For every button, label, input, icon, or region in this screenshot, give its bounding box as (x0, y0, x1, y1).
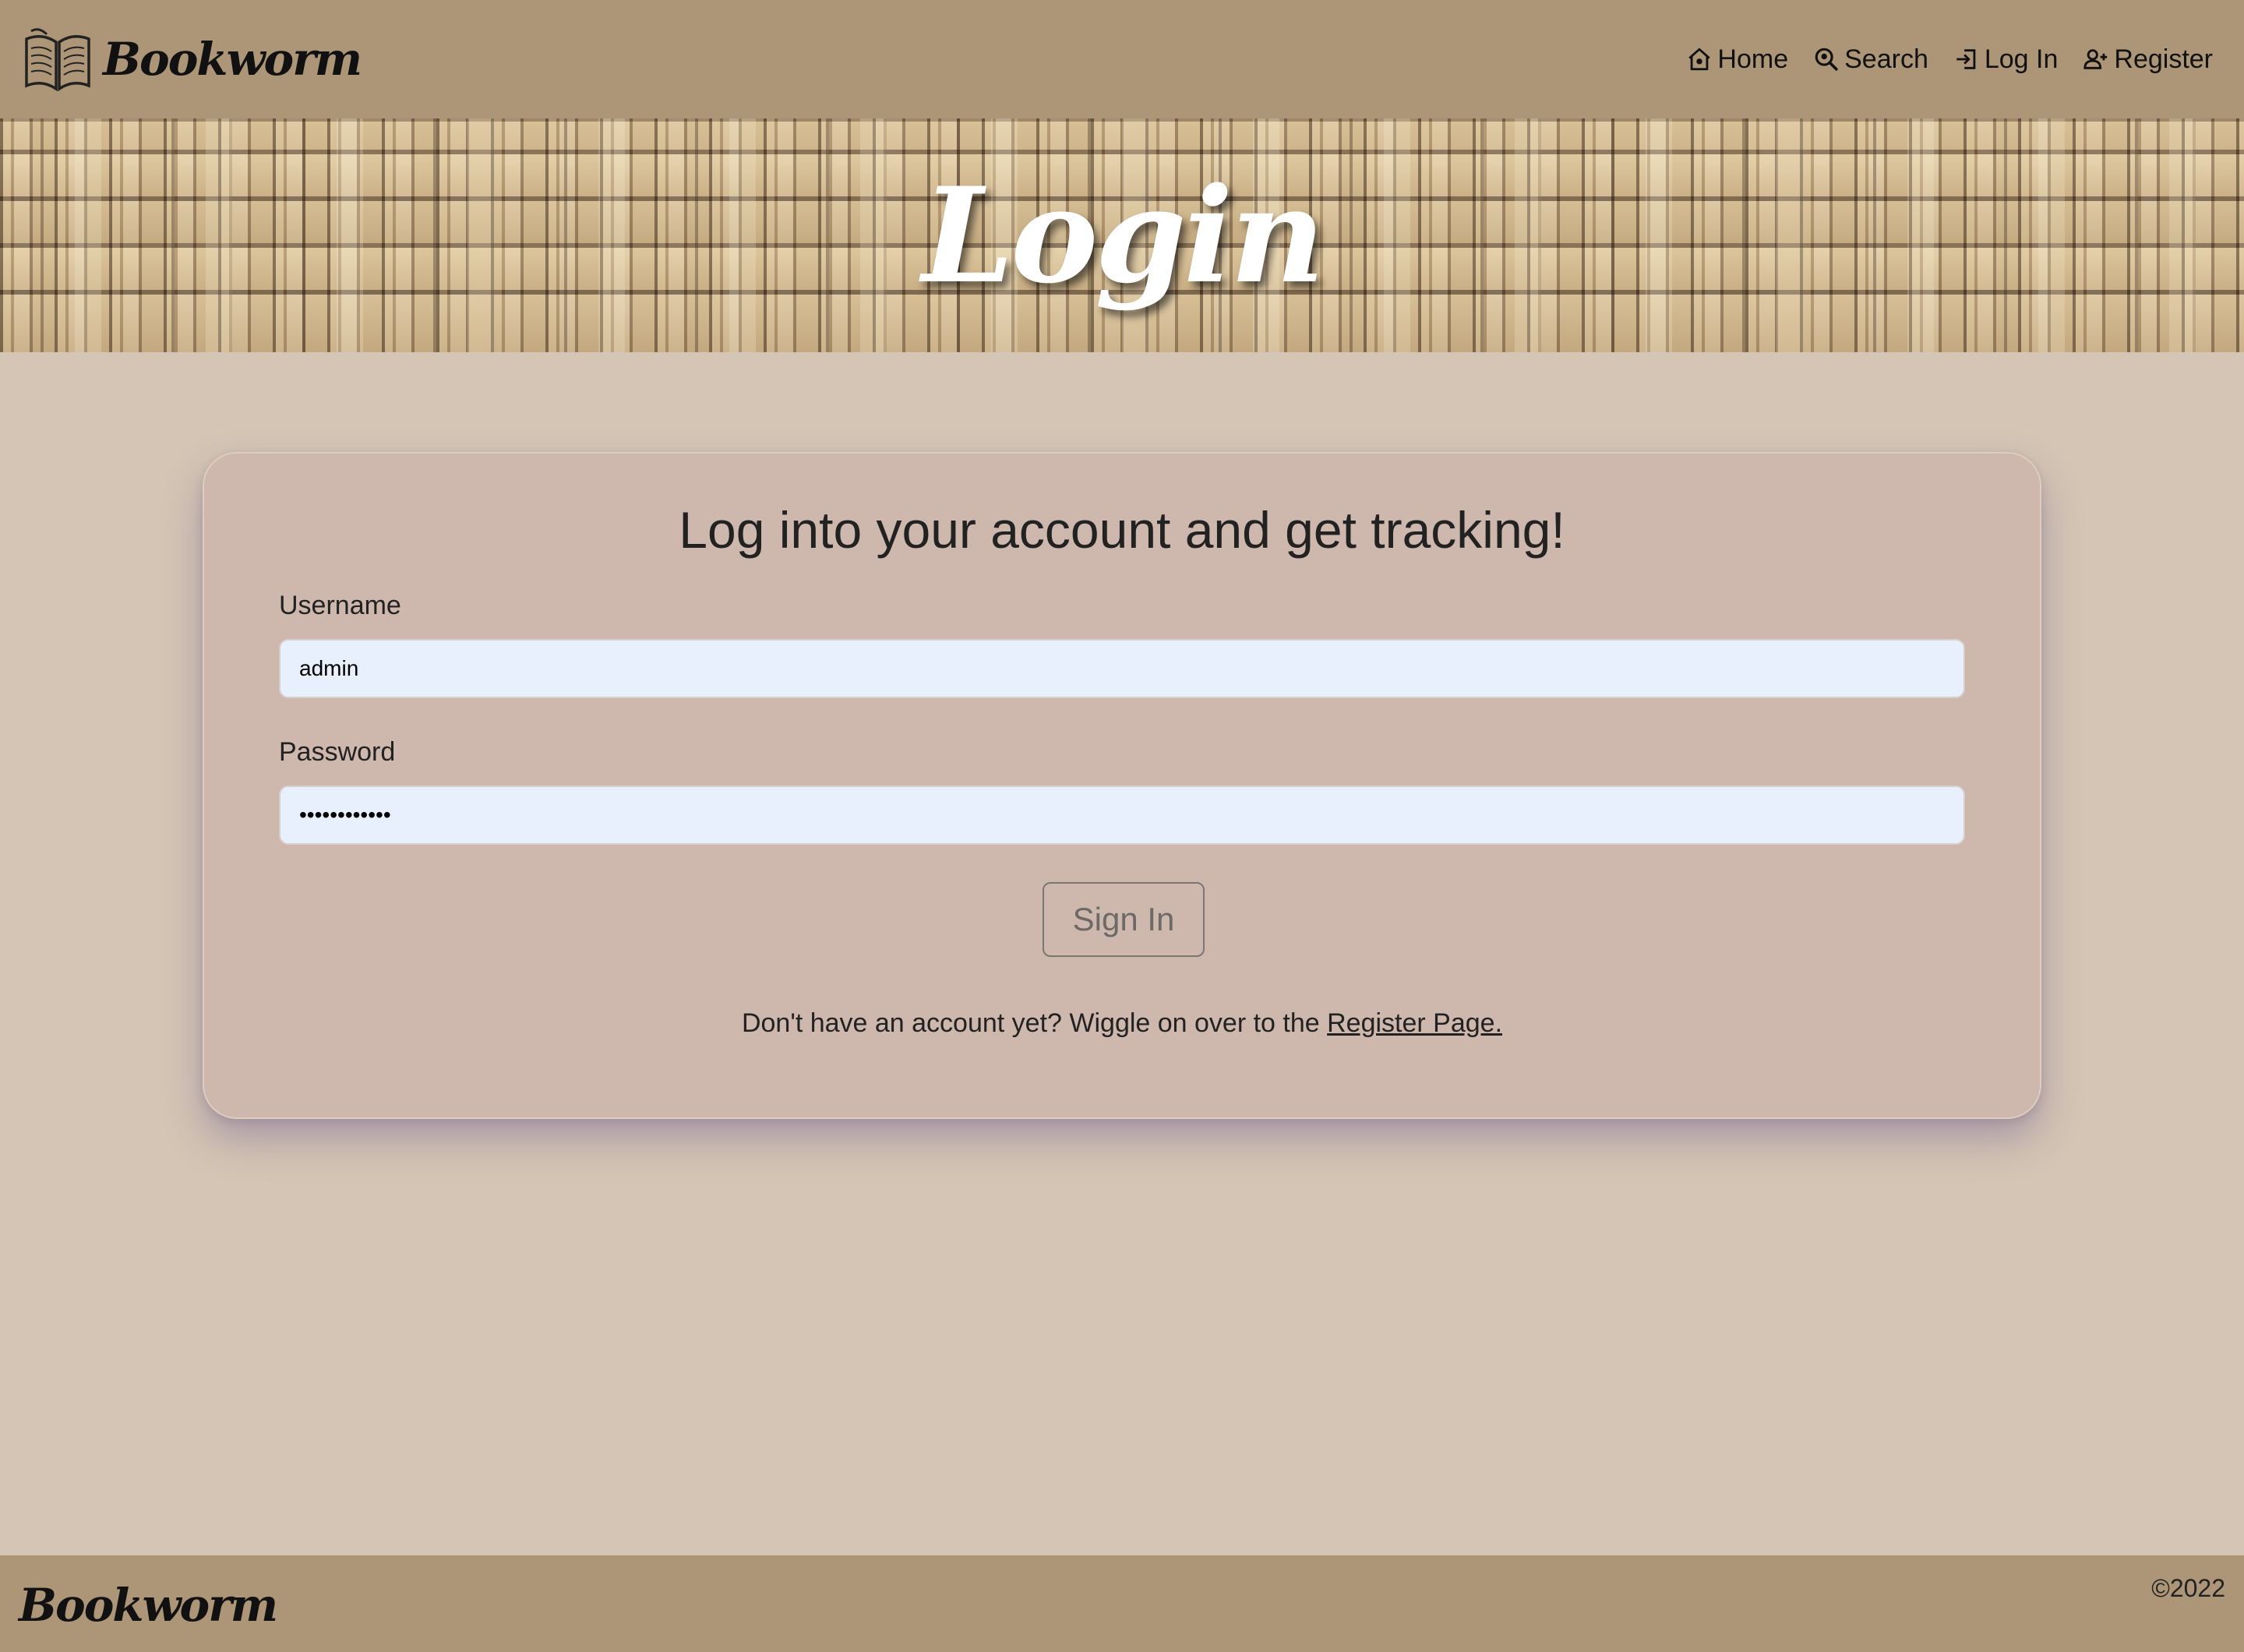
nav-home-label: Home (1717, 44, 1789, 74)
brand[interactable]: Bookworm (20, 22, 362, 97)
nav-home-link[interactable]: Home (1686, 44, 1788, 75)
footer: Bookworm ©2022 (0, 1555, 2244, 1652)
hero-banner: Login (0, 118, 2244, 352)
username-input[interactable] (279, 639, 1965, 698)
add-user-icon (2083, 46, 2109, 72)
nav-login-link[interactable]: Log In (1953, 44, 2059, 75)
register-page-link[interactable]: Register Page. (1327, 1008, 1502, 1038)
login-icon (1953, 46, 1980, 72)
register-prompt-text: Don't have an account yet? Wiggle on ove… (741, 1008, 1328, 1038)
nav-register-label: Register (2114, 44, 2213, 74)
login-heading: Log into your account and get tracking! (679, 501, 1565, 559)
nav-search-link[interactable]: Search (1813, 44, 1928, 75)
nav-register-link[interactable]: Register (2083, 44, 2213, 75)
login-card: Log into your account and get tracking! … (203, 452, 2041, 1119)
register-prompt: Don't have an account yet? Wiggle on ove… (204, 1008, 2040, 1039)
password-input[interactable]: •••••••••••• (279, 785, 1965, 845)
home-icon (1686, 46, 1713, 72)
brand-name: Bookworm (103, 33, 362, 86)
sign-in-button[interactable]: Sign In (1043, 882, 1205, 957)
page-title: Login (922, 158, 1325, 312)
nav-links: Home Search Log In Register (1686, 34, 2213, 84)
nav-login-label: Log In (1984, 44, 2059, 74)
search-icon (1813, 46, 1840, 72)
password-label: Password (279, 737, 396, 767)
footer-brand: Bookworm (19, 1579, 278, 1632)
nav-search-label: Search (1844, 44, 1928, 74)
footer-copyright: ©2022 (2151, 1574, 2225, 1602)
navbar: Bookworm Home Search Log In Register (0, 0, 2244, 118)
open-book-icon (20, 22, 95, 97)
username-label: Username (279, 591, 401, 620)
